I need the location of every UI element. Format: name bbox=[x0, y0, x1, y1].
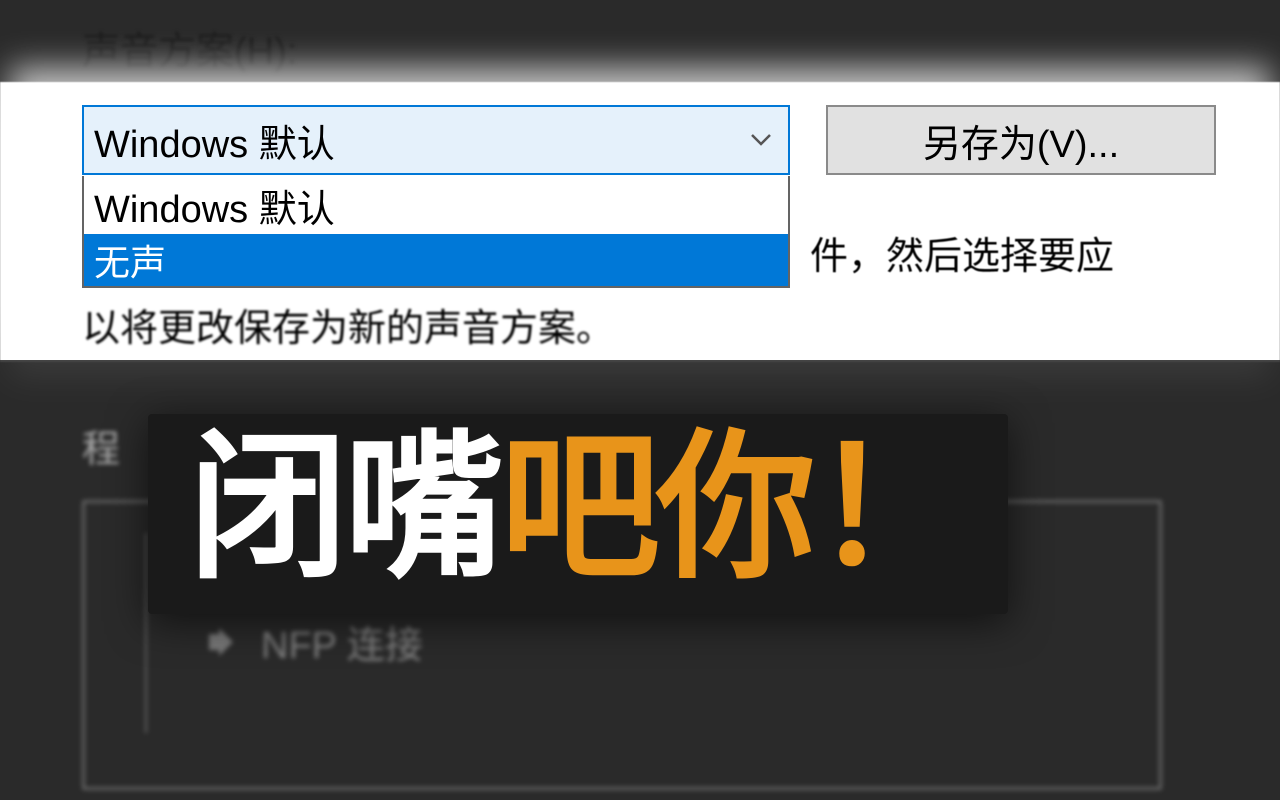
tree-item-label: NFP 连接 bbox=[261, 614, 423, 669]
description-fragment-right: 件，然后选择要应 bbox=[810, 225, 1114, 280]
program-events-label: 程 bbox=[82, 418, 120, 473]
combo-option-default[interactable]: Windows 默认 bbox=[84, 176, 788, 234]
combo-selected-text: Windows 默认 bbox=[94, 113, 335, 168]
save-as-button[interactable]: 另存为(V)... bbox=[826, 105, 1216, 175]
tree-connector-line bbox=[145, 533, 147, 733]
sound-scheme-label: 声音方案(H): bbox=[82, 20, 297, 75]
overlay-text-white: 闭嘴 bbox=[188, 420, 500, 596]
speaker-icon bbox=[205, 622, 245, 662]
video-title-overlay: 闭嘴 吧你！ bbox=[148, 414, 1008, 614]
combo-selected-value[interactable]: Windows 默认 bbox=[82, 105, 790, 175]
tree-item-nfp-connect[interactable]: NFP 连接 bbox=[205, 614, 1129, 669]
sound-scheme-combobox[interactable]: Windows 默认 Windows 默认 无声 bbox=[82, 105, 790, 288]
description-fragment-below: 以将更改保存为新的声音方案。 bbox=[82, 297, 614, 352]
combo-dropdown-list: Windows 默认 无声 bbox=[82, 176, 790, 288]
combo-option-silent[interactable]: 无声 bbox=[84, 234, 788, 286]
overlay-text-orange: 吧你！ bbox=[500, 420, 968, 596]
chevron-down-icon bbox=[750, 126, 772, 154]
